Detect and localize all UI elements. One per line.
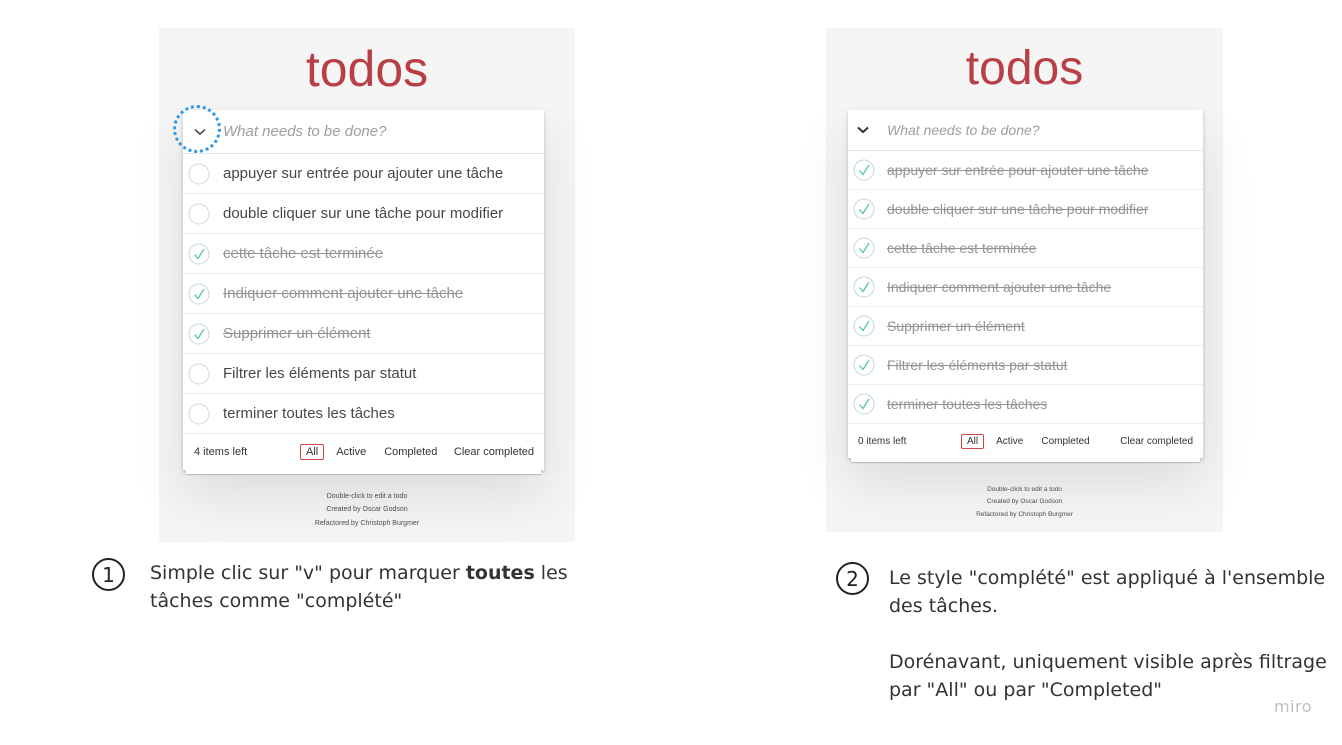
todo-label: Supprimer un élément <box>223 325 371 342</box>
filter-all[interactable]: All <box>961 433 985 449</box>
todo-screenshot-1: todos What needs to be done? appuyer sur… <box>159 28 575 542</box>
filter-completed[interactable]: Completed <box>1035 434 1095 449</box>
info-line: Double-click to edit a todo <box>987 486 1062 493</box>
todo-app: What needs to be done? appuyer sur entré… <box>183 110 544 474</box>
checked-circle-icon[interactable] <box>188 314 210 353</box>
clear-completed-button[interactable]: Clear completed <box>1120 436 1193 447</box>
todo-label: Supprimer un élément <box>887 318 1025 334</box>
toggle-all-button[interactable] <box>848 110 878 150</box>
unchecked-circle-icon[interactable] <box>188 394 210 433</box>
filters: All Active Completed <box>297 444 446 460</box>
todo-item[interactable]: Supprimer un élément <box>183 314 544 354</box>
checked-circle-icon[interactable] <box>188 234 210 273</box>
todo-label: appuyer sur entrée pour ajouter une tâch… <box>887 162 1149 178</box>
checked-circle-icon[interactable] <box>853 190 875 228</box>
info-line: Refactored by Christoph Burgmer <box>976 510 1073 518</box>
info-footer: Double-click to edit a todo Created by O… <box>826 484 1223 521</box>
checked-circle-icon[interactable] <box>853 268 875 306</box>
caption-1: Simple clic sur "v" pour marquer toutes … <box>150 559 590 615</box>
todo-label: appuyer sur entrée pour ajouter une tâch… <box>223 165 504 182</box>
new-todo-input[interactable]: What needs to be done? <box>223 110 544 153</box>
todo-label: terminer toutes les tâches <box>223 405 395 422</box>
info-line: Created by Oscar Godson <box>326 506 408 514</box>
caption-text: Le style "complété" est appliqué à l'ens… <box>889 567 1326 617</box>
miro-watermark: miro <box>1273 697 1312 716</box>
checked-circle-icon[interactable] <box>853 151 875 189</box>
todo-label: Filtrer les éléments par statut <box>887 357 1068 373</box>
todo-item[interactable]: Indiquer comment ajouter une tâche <box>183 274 544 314</box>
unchecked-circle-icon[interactable] <box>188 194 210 233</box>
todo-item[interactable]: Filtrer les éléments par statut <box>848 346 1203 385</box>
footer-stack <box>851 458 1200 462</box>
items-left-count: 4 items left <box>194 446 248 458</box>
filter-active[interactable]: Active <box>990 434 1029 449</box>
app-logo: todos <box>965 42 1084 95</box>
items-left-count: 0 items left <box>858 435 907 447</box>
todo-label: double cliquer sur une tâche pour modifi… <box>887 201 1149 217</box>
info-line: Refactored by Christoph Burgmer <box>314 519 420 527</box>
toggle-all-highlight <box>173 105 221 153</box>
filter-completed[interactable]: Completed <box>378 444 443 460</box>
todo-item[interactable]: double cliquer sur une tâche pour modifi… <box>183 194 544 234</box>
filter-active[interactable]: Active <box>330 444 372 460</box>
unchecked-circle-icon[interactable] <box>188 154 210 193</box>
caption-2: Le style "complété" est appliqué à l'ens… <box>889 564 1339 704</box>
filter-all[interactable]: All <box>300 444 325 460</box>
todo-header: What needs to be done? <box>183 110 544 154</box>
todo-item[interactable]: cette tâche est terminée <box>848 229 1203 268</box>
todo-item[interactable]: Indiquer comment ajouter une tâche <box>848 268 1203 307</box>
todo-label: Filtrer les éléments par statut <box>223 365 417 382</box>
app-logo: todos <box>305 41 429 97</box>
todo-footer: 4 items left All Active Completed Clear … <box>183 434 544 470</box>
todo-list: appuyer sur entrée pour ajouter une tâch… <box>183 154 544 434</box>
checked-circle-icon[interactable] <box>853 229 875 267</box>
todo-item[interactable]: double cliquer sur une tâche pour modifi… <box>848 190 1203 229</box>
step-number-1: 1 <box>92 558 125 591</box>
caption-text: Simple clic sur "v" pour marquer <box>150 562 466 584</box>
clear-completed-button[interactable]: Clear completed <box>454 446 534 458</box>
todo-item[interactable]: appuyer sur entrée pour ajouter une tâch… <box>848 151 1203 190</box>
chevron-down-icon <box>857 126 869 134</box>
todo-app: What needs to be done? appuyer sur entré… <box>848 110 1203 462</box>
unchecked-circle-icon[interactable] <box>188 354 210 393</box>
todo-screenshot-2: todos What needs to be done? appuyer sur… <box>826 28 1223 532</box>
checked-circle-icon[interactable] <box>853 307 875 345</box>
info-line: Created by Oscar Godson <box>986 498 1063 506</box>
todo-footer: 0 items left All Active Completed Clear … <box>848 424 1203 458</box>
todo-label: terminer toutes les tâches <box>887 396 1048 412</box>
checked-circle-icon[interactable] <box>188 274 210 313</box>
caption-bold: toutes <box>465 562 535 584</box>
todo-item[interactable]: cette tâche est terminée <box>183 234 544 274</box>
checked-circle-icon[interactable] <box>853 385 875 423</box>
todo-item[interactable]: Supprimer un élément <box>848 307 1203 346</box>
todo-item[interactable]: appuyer sur entrée pour ajouter une tâch… <box>183 154 544 194</box>
info-footer: Double-click to edit a todo Created by O… <box>159 490 575 530</box>
step-number-2: 2 <box>836 562 869 595</box>
todo-label: double cliquer sur une tâche pour modifi… <box>223 205 504 222</box>
todo-label: Indiquer comment ajouter une tâche <box>223 285 464 302</box>
new-todo-input[interactable]: What needs to be done? <box>887 110 1203 150</box>
caption-text: Dorénavant, uniquement visible après fil… <box>889 651 1327 701</box>
todo-label: cette tâche est terminée <box>223 245 384 262</box>
checked-circle-icon[interactable] <box>853 346 875 384</box>
todo-label: cette tâche est terminée <box>887 240 1037 256</box>
info-line: Double-click to edit a todo <box>326 493 408 500</box>
todo-item[interactable]: terminer toutes les tâches <box>183 394 544 434</box>
todo-item[interactable]: terminer toutes les tâches <box>848 385 1203 424</box>
todo-header: What needs to be done? <box>848 110 1203 151</box>
todo-label: Indiquer comment ajouter une tâche <box>887 279 1112 295</box>
filters: All Active Completed <box>958 433 1099 449</box>
todo-item[interactable]: Filtrer les éléments par statut <box>183 354 544 394</box>
todo-list: appuyer sur entrée pour ajouter une tâch… <box>848 151 1203 424</box>
footer-stack <box>186 470 541 474</box>
